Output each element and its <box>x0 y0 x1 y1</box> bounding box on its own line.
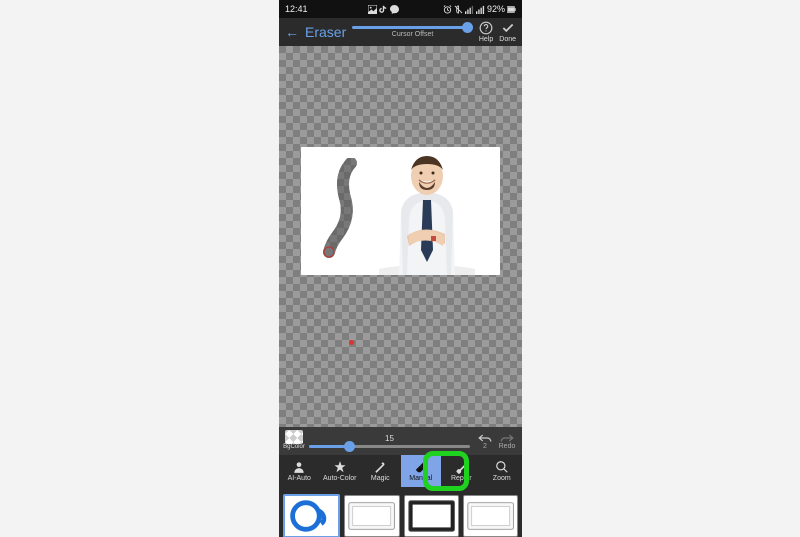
tool-auto-color[interactable]: Auto-Color <box>320 455 361 487</box>
mute-icon <box>454 5 463 14</box>
done-button[interactable]: Done <box>499 21 516 43</box>
tiktok-icon <box>379 5 388 14</box>
tool-row: AI-Auto Auto-Color Magic Manual Repair Z… <box>279 455 522 487</box>
thumbnail-1[interactable] <box>283 494 340 537</box>
tool-magic[interactable]: Magic <box>360 455 401 487</box>
signal-icon <box>465 5 474 14</box>
bgcolor-swatch <box>285 430 303 444</box>
status-bar: 12:41 92% <box>279 0 522 18</box>
thumbnail-4[interactable] <box>463 495 518 537</box>
thumbnail-3[interactable] <box>404 495 459 537</box>
undo-icon <box>478 433 492 443</box>
redo-button[interactable]: Redo <box>496 433 518 450</box>
tool-zoom[interactable]: Zoom <box>482 455 523 487</box>
alarm-icon <box>443 5 452 14</box>
brush-icon <box>454 460 468 474</box>
help-button[interactable]: Help <box>479 21 493 43</box>
undo-button[interactable]: 2 <box>474 433 496 450</box>
wand-icon <box>373 460 387 474</box>
check-icon <box>501 21 515 35</box>
canvas-area[interactable] <box>279 46 522 427</box>
thumbnail-strip <box>279 487 522 537</box>
brush-size-value: 15 <box>385 434 394 443</box>
brush-size-slider[interactable]: 15 <box>309 434 470 448</box>
slider-label: Cursor Offset <box>392 31 434 38</box>
eraser-icon <box>414 460 428 474</box>
battery-icon <box>507 5 516 14</box>
tool-ai-auto[interactable]: AI-Auto <box>279 455 320 487</box>
phone-frame: 12:41 92% ← Eraser Cursor Offset <box>279 0 522 537</box>
size-controls-row: BgColor 15 2 Redo <box>279 427 522 455</box>
bgcolor-button[interactable]: BgColor <box>283 430 305 452</box>
back-button[interactable]: ← <box>285 24 299 40</box>
top-toolbar: ← Eraser Cursor Offset Help Done <box>279 18 522 46</box>
tool-manual[interactable]: Manual <box>401 455 442 487</box>
star-icon <box>333 460 347 474</box>
cursor-offset-slider[interactable]: Cursor Offset <box>352 26 473 38</box>
tool-repair[interactable]: Repair <box>441 455 482 487</box>
zoom-icon <box>495 460 509 474</box>
messenger-icon <box>390 5 399 14</box>
redo-icon <box>500 433 514 443</box>
toolbar-title: Eraser <box>305 24 346 40</box>
person-figure <box>379 150 475 275</box>
cursor-target-dot <box>349 340 354 345</box>
status-time: 12:41 <box>285 4 308 14</box>
signal-icon-2 <box>476 5 485 14</box>
battery-pct: 92% <box>487 4 505 14</box>
eraser-stroke <box>323 158 363 258</box>
image-icon <box>368 5 377 14</box>
person-icon <box>292 460 306 474</box>
thumbnail-2[interactable] <box>344 495 399 537</box>
help-icon <box>479 21 493 35</box>
